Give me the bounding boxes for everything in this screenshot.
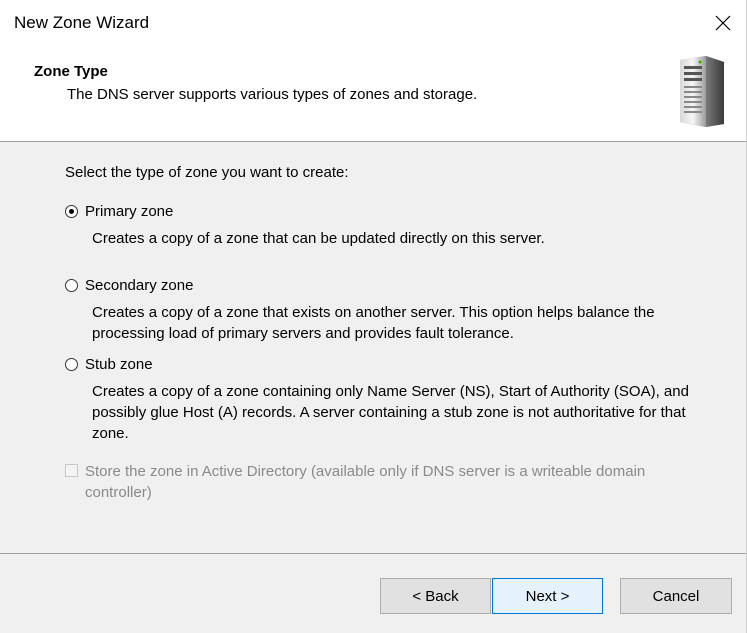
stub-zone-description: Creates a copy of a zone containing only… — [92, 383, 689, 442]
stub-zone-label[interactable]: Stub zone — [85, 356, 153, 373]
new-zone-wizard-window: New Zone Wizard Zone Type The DNS server… — [0, 0, 747, 633]
cancel-button[interactable]: Cancel — [620, 578, 732, 614]
page-title: Zone Type — [34, 63, 108, 80]
next-button[interactable]: Next > — [492, 578, 603, 614]
secondary-zone-description: Creates a copy of a zone that exists on … — [92, 304, 655, 342]
zone-type-prompt: Select the type of zone you want to crea… — [65, 164, 349, 181]
primary-zone-label[interactable]: Primary zone — [85, 203, 173, 220]
server-icon — [680, 56, 724, 127]
window-title: New Zone Wizard — [14, 13, 150, 32]
wizard-header: Zone Type The DNS server supports variou… — [0, 46, 746, 142]
secondary-zone-radio[interactable] — [65, 279, 78, 292]
stub-zone-radio[interactable] — [65, 358, 78, 371]
store-in-ad-label: Store the zone in Active Directory (avai… — [85, 463, 646, 501]
back-button[interactable]: < Back — [380, 578, 491, 614]
store-in-ad-checkbox — [65, 464, 78, 477]
wizard-body: Select the type of zone you want to crea… — [0, 142, 746, 553]
primary-zone-description: Creates a copy of a zone that can be upd… — [92, 230, 545, 247]
title-bar: New Zone Wizard — [0, 0, 746, 46]
close-button[interactable] — [700, 0, 746, 46]
secondary-zone-label[interactable]: Secondary zone — [85, 277, 193, 294]
page-subtitle: The DNS server supports various types of… — [67, 86, 478, 103]
wizard-footer: < Back Next > Cancel — [0, 553, 746, 633]
primary-zone-radio[interactable] — [65, 205, 78, 218]
close-icon — [715, 15, 731, 31]
